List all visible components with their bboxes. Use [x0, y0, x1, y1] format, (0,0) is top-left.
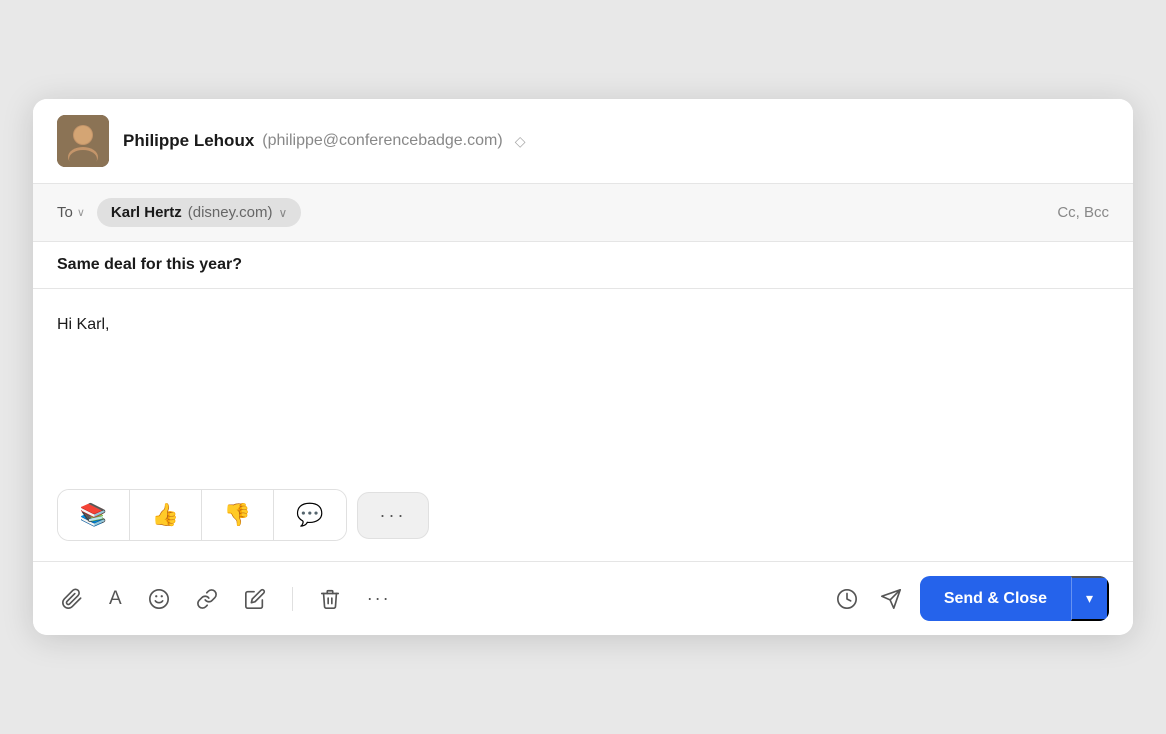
send-close-dropdown-button[interactable]: ▾ [1071, 576, 1109, 621]
quick-reply-books[interactable]: 📚 [58, 490, 130, 540]
cc-bcc-button[interactable]: Cc, Bcc [1057, 204, 1109, 221]
toolbar: A [33, 561, 1133, 635]
compose-window: Philippe Lehoux (philippe@conferencebadg… [33, 99, 1133, 635]
pencil-icon [244, 588, 266, 610]
link-icon [196, 588, 218, 610]
quick-reply-chat[interactable]: 💬 [274, 490, 346, 540]
emoji-button[interactable] [144, 584, 174, 614]
trash-icon [319, 588, 341, 610]
to-chevron-icon: ∨ [77, 206, 85, 219]
recipient-chip[interactable]: Karl Hertz (disney.com) ∨ [97, 198, 301, 227]
font-icon: A [109, 588, 122, 610]
toolbar-right: Send & Close ▾ [832, 576, 1109, 621]
quick-reply-thumbsup[interactable]: 👍 [130, 490, 202, 540]
send-close-main-button[interactable]: Send & Close [920, 578, 1071, 620]
body-area[interactable]: Hi Karl, [33, 289, 1133, 489]
clock-icon [836, 588, 858, 610]
sender-name: Philippe Lehoux [123, 131, 254, 151]
to-label-text: To [57, 204, 73, 221]
recipient-domain: (disney.com) [188, 204, 273, 221]
email-header: Philippe Lehoux (philippe@conferencebadg… [33, 99, 1133, 184]
body-text: Hi Karl, [57, 316, 109, 333]
link-button[interactable] [192, 584, 222, 614]
quick-replies-group: 📚 👍 👎 💬 [57, 489, 347, 541]
dropdown-chevron-icon: ▾ [1086, 590, 1093, 607]
recipient-name: Karl Hertz [111, 204, 182, 221]
toolbar-icons-left: A [57, 584, 832, 614]
quick-reply-more-button[interactable]: ··· [357, 492, 429, 539]
more-icon: ··· [367, 588, 391, 609]
to-label[interactable]: To ∨ [57, 204, 85, 221]
to-row: To ∨ Karl Hertz (disney.com) ∨ Cc, Bcc [33, 184, 1133, 242]
subject-row: Same deal for this year? [33, 242, 1133, 289]
toolbar-separator [292, 587, 293, 611]
edit-button[interactable] [240, 584, 270, 614]
recipient-chevron-icon: ∨ [279, 206, 288, 220]
send-icon [880, 588, 902, 610]
send-close-button: Send & Close ▾ [920, 576, 1109, 621]
paperclip-icon [61, 588, 83, 610]
quick-reply-thumbsdown[interactable]: 👎 [202, 490, 274, 540]
avatar [57, 115, 109, 167]
subject-text: Same deal for this year? [57, 256, 242, 273]
sender-email: (philippe@conferencebadge.com) [262, 132, 502, 150]
sender-info: Philippe Lehoux (philippe@conferencebadg… [123, 131, 525, 151]
sender-chevron-icon[interactable]: ◇ [515, 133, 526, 150]
attach-button[interactable] [57, 584, 87, 614]
smiley-icon [148, 588, 170, 610]
send-later-button[interactable] [876, 584, 906, 614]
font-button[interactable]: A [105, 584, 126, 614]
quick-replies: 📚 👍 👎 💬 ··· [33, 489, 1133, 561]
delete-button[interactable] [315, 584, 345, 614]
more-options-button[interactable]: ··· [363, 584, 395, 613]
schedule-button[interactable] [832, 584, 862, 614]
